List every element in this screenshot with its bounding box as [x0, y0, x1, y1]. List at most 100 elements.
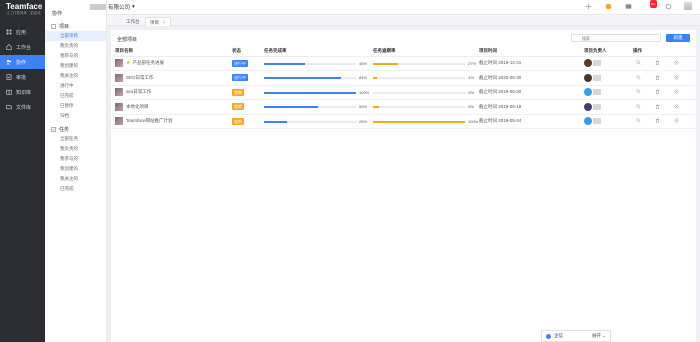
delete-icon[interactable]: [655, 75, 660, 81]
chat-expand[interactable]: 展开 ⌄: [592, 333, 606, 339]
owner-name-mask: [593, 103, 601, 110]
ops-cell: [629, 70, 696, 86]
subnav-item[interactable]: 我负责的: [45, 41, 106, 51]
owner-name-mask: [593, 118, 601, 125]
time-cell: 截止时间 2019-06-30: [475, 85, 580, 100]
project-name-cell[interactable]: 本地化项目: [111, 99, 228, 115]
nav-item-apps[interactable]: 应用: [0, 25, 45, 39]
owner-cell[interactable]: [580, 85, 629, 100]
overdue-rate-value: 4%: [468, 75, 474, 81]
done-rate-cell: 59%: [260, 99, 369, 115]
subnav-item[interactable]: 我创建的: [45, 164, 106, 174]
done-rate-value: 100%: [359, 89, 370, 95]
chat-widget[interactable]: 企信 展开 ⌄: [541, 330, 611, 342]
overdue-progress-fill: [373, 77, 377, 80]
folder-icon: [6, 104, 12, 110]
subnav-item[interactable]: 已完成: [45, 91, 106, 101]
overdue-rate-value: 27%: [468, 60, 477, 66]
subnav-item[interactable]: 归档: [45, 111, 106, 121]
nav-item-collab[interactable]: 协作: [0, 55, 45, 69]
done-progress-bar: [264, 106, 356, 109]
member-icon[interactable]: [636, 104, 641, 110]
owner-avatar: [584, 102, 592, 111]
subnav-item[interactable]: 我创建的: [45, 61, 106, 71]
nav-item-files[interactable]: 文件库: [0, 100, 45, 114]
tab-workbench[interactable]: 工作台: [122, 17, 144, 26]
left-nav: Teamface 让工作更简单 · 更高效 « 应用 工作台 协作 审批 知识库…: [0, 0, 45, 342]
subnav-item[interactable]: 已完成: [45, 184, 106, 194]
subnav-item[interactable]: 进行中: [45, 81, 106, 91]
message-icon[interactable]: [624, 2, 632, 10]
status-cell: 超期: [228, 85, 260, 100]
overdue-progress-bar: [373, 77, 465, 80]
close-icon[interactable]: ×: [163, 20, 166, 25]
notification-icon[interactable]: [604, 2, 612, 10]
table-row[interactable]: Teamface网站推广计划 超期 25% 100% 截止时间 2019-05-24: [111, 114, 696, 129]
nav-item-approval[interactable]: 审批: [0, 70, 45, 84]
delete-icon[interactable]: [655, 104, 660, 110]
search-input[interactable]: [571, 34, 661, 42]
subnav-item[interactable]: 我关注的: [45, 71, 106, 81]
star-icon[interactable]: ★: [126, 60, 130, 66]
settings-icon[interactable]: [664, 2, 672, 10]
add-icon[interactable]: [584, 2, 592, 10]
page-title: 全部项目: [117, 37, 138, 43]
table-row[interactable]: SEO日常工作 进行中 84% 4% 截止时间 2020-06-30: [111, 70, 696, 86]
company-switcher[interactable]: 有限公司 ▾: [90, 3, 135, 11]
subnav-item[interactable]: 全部项目: [45, 31, 106, 41]
overdue-progress-bar: [373, 91, 465, 94]
subnav-item[interactable]: 我关注的: [45, 174, 106, 184]
done-rate-cell: 45%: [260, 56, 369, 71]
settings-icon[interactable]: [674, 118, 679, 124]
overdue-rate-cell: 4%: [369, 70, 475, 86]
owner-cell[interactable]: [580, 114, 629, 129]
nav-item-workbench[interactable]: 工作台: [0, 40, 45, 54]
nav-item-knowledge[interactable]: 知识库: [0, 85, 45, 99]
subnav-item[interactable]: 已暂停: [45, 101, 106, 111]
task-section[interactable]: 任务: [45, 124, 106, 134]
project-section[interactable]: 项目: [45, 21, 106, 31]
project-name-cell[interactable]: ★ 产品部任务进展: [111, 56, 228, 71]
home-icon: [6, 44, 12, 50]
settings-icon[interactable]: [674, 60, 679, 66]
mail-icon[interactable]: 99+: [644, 0, 657, 10]
delete-icon[interactable]: [655, 89, 660, 95]
member-icon[interactable]: [636, 118, 641, 124]
project-name-cell[interactable]: Teamface网站推广计划: [111, 114, 228, 129]
company-name: 有限公司: [108, 5, 131, 11]
tab-bar: 工作台 项目 ×: [107, 15, 700, 26]
member-icon[interactable]: [636, 60, 641, 66]
table-header: 项目名称 状态 任务完成率 任务逾期率 项目时间 项目负责人 操作: [111, 47, 696, 57]
table-row[interactable]: seo日常工作 超期 100% 0% 截止时间 2019-06-30: [111, 85, 696, 100]
owner-cell[interactable]: [580, 70, 629, 86]
new-project-button[interactable]: 新建: [666, 34, 690, 42]
member-icon[interactable]: [636, 75, 641, 81]
tab-projects[interactable]: 项目 ×: [145, 17, 171, 26]
delete-icon[interactable]: [655, 60, 660, 66]
delete-icon[interactable]: [655, 118, 660, 124]
subnav-item[interactable]: 我参与的: [45, 51, 106, 61]
user-avatar[interactable]: [684, 2, 692, 10]
table-row[interactable]: ★ 产品部任务进展 进行中 45% 27% 截止时间 2019-12-31: [111, 56, 696, 71]
project-name-cell[interactable]: seo日常工作: [111, 85, 228, 100]
subnav-item[interactable]: 全部任务: [45, 134, 106, 144]
member-icon[interactable]: [636, 89, 641, 95]
sub-nav: 协作 项目 全部项目 我负责的 我参与的 我创建的 我关注的 进行中 已完成 已…: [45, 0, 107, 342]
settings-icon[interactable]: [674, 89, 679, 95]
table-row[interactable]: 本地化项目 超期 59% 6% 截止时间 2019-06-18: [111, 99, 696, 115]
done-progress-fill: [264, 62, 306, 65]
owner-cell[interactable]: [580, 56, 629, 71]
project-name-cell[interactable]: SEO日常工作: [111, 70, 228, 86]
status-badge: 超期: [232, 117, 244, 125]
settings-icon[interactable]: [674, 75, 679, 81]
nav-label: 工作台: [16, 44, 32, 51]
chat-label: 企信: [554, 333, 563, 338]
subnav-item[interactable]: 我参与的: [45, 154, 106, 164]
project-thumbnail: [115, 117, 123, 126]
subnav-item[interactable]: 我负责的: [45, 144, 106, 154]
owner-name-mask: [593, 89, 601, 96]
owner-cell[interactable]: [580, 99, 629, 115]
settings-icon[interactable]: [674, 104, 679, 110]
collapse-icon[interactable]: «: [38, 4, 42, 11]
project-thumbnail: [115, 88, 123, 97]
